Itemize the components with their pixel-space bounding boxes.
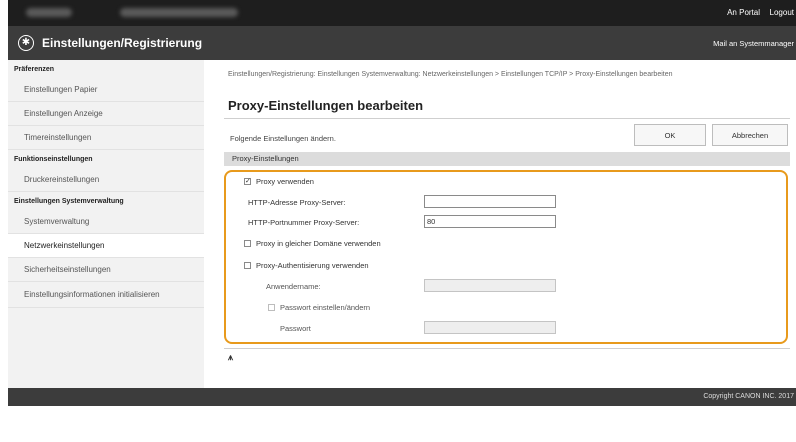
page-header-title: Einstellungen/Registrierung	[42, 36, 203, 50]
http-address-label: HTTP-Adresse Proxy-Server:	[248, 198, 346, 207]
http-port-label: HTTP-Portnummer Proxy-Server:	[248, 218, 360, 227]
bottom-divider	[224, 348, 790, 349]
sidebar-heading-function-settings: Funktionseinstellungen	[14, 156, 93, 163]
cancel-button[interactable]: Abbrechen	[712, 124, 788, 146]
same-domain-proxy-checkbox[interactable]	[244, 240, 251, 247]
http-port-input[interactable]	[424, 215, 556, 228]
breadcrumb: Einstellungen/Registrierung: Einstellung…	[228, 71, 673, 78]
settings-gear-icon: ✱	[18, 35, 34, 51]
app-header: ✱ Einstellungen/Registrierung Mail an Sy…	[8, 26, 796, 60]
password-input[interactable]	[424, 321, 556, 334]
top-bar: An Portal Logout	[8, 0, 796, 26]
http-address-input[interactable]	[424, 195, 556, 208]
sidebar-item-timer-settings[interactable]: Timereinstellungen	[8, 126, 204, 150]
proxy-auth-label: Proxy-Authentisierung verwenden	[256, 261, 369, 270]
section-header-proxy-settings: Proxy-Einstellungen	[224, 152, 790, 166]
use-proxy-label: Proxy verwenden	[256, 177, 314, 186]
sidebar-heading-system-management: Einstellungen Systemverwaltung	[14, 198, 124, 205]
blurred-device-name	[26, 8, 72, 17]
set-password-checkbox[interactable]	[268, 304, 275, 311]
page-title: Proxy-Einstellungen bearbeiten	[228, 98, 424, 113]
sidebar-heading-preferences: Präferenzen	[14, 66, 55, 73]
back-to-top-icon[interactable]: ⩚	[228, 352, 233, 363]
sidebar: Präferenzen Einstellungen Papier Einstel…	[8, 60, 205, 388]
copyright-text: Copyright CANON INC. 2017	[703, 393, 794, 400]
instruction-text: Folgende Einstellungen ändern.	[230, 134, 336, 143]
main-content: Einstellungen/Registrierung: Einstellung…	[204, 60, 796, 388]
footer: Copyright CANON INC. 2017	[8, 388, 796, 406]
set-password-label: Passwort einstellen/ändern	[280, 303, 371, 312]
sidebar-item-network-settings[interactable]: Netzwerkeinstellungen	[8, 234, 204, 258]
title-divider	[224, 118, 790, 119]
mail-to-manager-link[interactable]: Mail an Systemmanager	[713, 39, 794, 48]
ok-button[interactable]: OK	[634, 124, 706, 146]
sidebar-item-paper-settings[interactable]: Einstellungen Papier	[8, 78, 204, 102]
sidebar-item-initialize-settings[interactable]: Einstellungsinformationen initialisieren	[8, 282, 204, 308]
sidebar-item-display-settings[interactable]: Einstellungen Anzeige	[8, 102, 204, 126]
sidebar-item-system-management[interactable]: Systemverwaltung	[8, 210, 204, 234]
same-domain-proxy-label: Proxy in gleicher Domäne verwenden	[256, 239, 381, 248]
blurred-product-name	[120, 8, 238, 17]
sidebar-item-security-settings[interactable]: Sicherheitseinstellungen	[8, 258, 204, 282]
sidebar-item-printer-settings[interactable]: Druckereinstellungen	[8, 168, 204, 192]
password-label: Passwort	[280, 324, 311, 333]
username-input[interactable]	[424, 279, 556, 292]
username-label: Anwendername:	[266, 282, 321, 291]
logout-link[interactable]: Logout	[770, 8, 794, 17]
portal-link[interactable]: An Portal	[727, 8, 760, 17]
use-proxy-checkbox[interactable]: ✓	[244, 178, 251, 185]
proxy-auth-checkbox[interactable]	[244, 262, 251, 269]
proxy-settings-highlight: ✓ Proxy verwenden HTTP-Adresse Proxy-Ser…	[224, 170, 788, 344]
